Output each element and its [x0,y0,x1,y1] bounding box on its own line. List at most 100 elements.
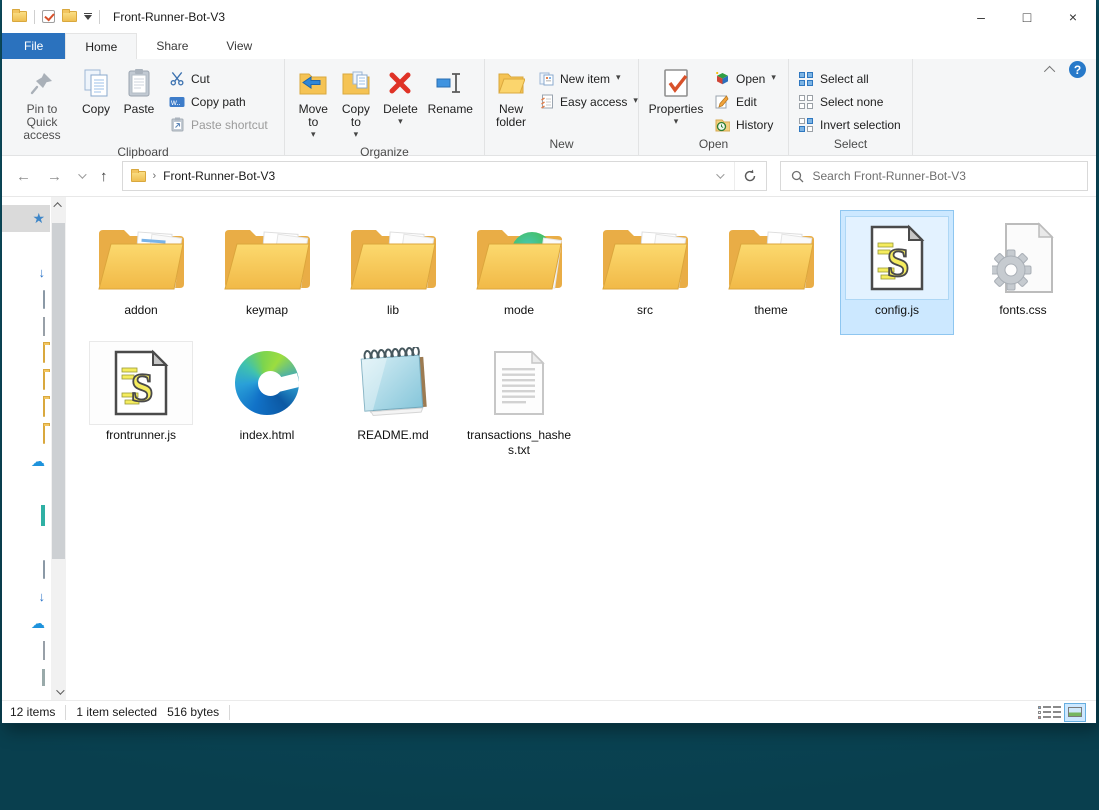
folder-js-icon: S [593,216,697,300]
cut-button[interactable]: Cut [169,67,268,90]
dropdown-caret-icon: ▾ [771,72,776,82]
details-view-icon [1037,705,1061,719]
address-bar[interactable]: › Front-Runner-Bot-V3 [121,161,767,191]
file-name: transactions_hashes.txt [466,428,572,457]
new-folder-button[interactable]: New folder [492,64,530,131]
scroll-up-arrow[interactable] [51,197,66,213]
file-tile[interactable]: S mode [462,210,576,335]
search-input[interactable]: Search Front-Runner-Bot-V3 [779,161,1088,191]
file-tile[interactable]: index.html [210,335,324,460]
open-button[interactable]: Open ▾ [714,67,776,90]
sidebar-item-down-arrow[interactable]: ↓ [2,583,50,610]
delete-button[interactable]: Delete ▾ [377,64,423,131]
copy-button[interactable]: Copy [75,64,117,118]
folder-icon[interactable] [62,9,77,22]
move-to-button[interactable]: Move to ▾ [292,64,335,144]
file-tile[interactable]: fonts.css [966,210,1080,335]
sidebar-item-film[interactable] [2,664,50,691]
minimize-button[interactable]: – [958,0,1004,33]
history-button[interactable]: History [714,113,776,136]
breadcrumb-path[interactable]: Front-Runner-Bot-V3 [163,169,275,183]
caption-buttons: – □ × [958,0,1096,33]
sidebar-item-folder[interactable] [2,340,50,367]
copy-to-button[interactable]: Copy to ▾ [335,64,378,144]
customize-caret-icon[interactable] [84,13,92,21]
group-caption: Clipboard [117,145,169,159]
notepad-icon [341,341,445,425]
file-tile[interactable]: theme [714,210,828,335]
sidebar-item-quick-access-star[interactable]: ★ [2,205,50,232]
close-button[interactable]: × [1050,0,1096,33]
copy-path-button[interactable]: w.. Copy path [169,90,268,113]
tab-view[interactable]: View [207,33,271,59]
collapse-ribbon-icon[interactable] [1043,65,1056,77]
select-none-button[interactable]: Select none [798,90,901,113]
text-file-icon [467,341,571,425]
sidebar-item-box-3d[interactable] [2,502,50,529]
file-tile[interactable]: S keymap [210,210,324,335]
edit-button[interactable]: Edit [714,90,776,113]
recent-locations-chevron[interactable] [78,170,87,179]
divider [65,704,67,720]
select-all-button[interactable]: Select all [798,67,901,90]
thumbnail-view-button[interactable] [1064,702,1086,722]
selection-summary: 1 item selected [76,705,158,719]
rename-button[interactable]: Rename [424,64,477,118]
dropdown-caret-icon: ▾ [673,116,679,126]
file-tile[interactable]: Sconfig.js [840,210,954,335]
tab-home[interactable]: Home [65,33,138,59]
file-name: addon [124,303,158,317]
sidebar-item-picture[interactable] [2,313,50,340]
sidebar-item-onedrive-cloud[interactable]: ☁ [2,448,50,475]
ribbon: ? Pin to Quick access Copy Paste Cut w..… [2,59,1096,159]
details-view-button[interactable] [1037,703,1061,722]
scrollbar-thumb[interactable] [52,223,65,559]
refresh-button[interactable] [733,162,766,190]
tab-share[interactable]: Share [137,33,207,59]
sidebar-item-monitor[interactable] [2,475,50,502]
file-tile[interactable]: transactions_hashes.txt [462,335,576,460]
up-arrow[interactable]: ↑ [100,168,108,185]
forward-arrow[interactable]: → [47,168,62,185]
sidebar-item-monitor[interactable] [2,529,50,556]
help-icon[interactable]: ? [1069,61,1086,78]
properties-checkbox-icon[interactable] [42,10,55,23]
window-folder-icon [12,9,27,22]
sidebar-item-document[interactable] [2,556,50,583]
file-tile[interactable]: S src [588,210,702,335]
sidebar-item-document[interactable] [2,286,50,313]
history-clock-icon [714,118,730,132]
sidebar-item-down-arrow[interactable]: ↓ [2,259,50,286]
easy-access-button[interactable]: Easy access ▾ [538,90,638,113]
sidebar-item-folder[interactable] [2,394,50,421]
back-arrow[interactable]: ← [16,168,31,185]
address-dropdown-button[interactable] [704,162,734,190]
select-all-icon [798,71,814,86]
breadcrumb[interactable]: › Front-Runner-Bot-V3 [123,168,704,183]
invert-selection-button[interactable]: Invert selection [798,113,901,136]
sidebar-item-folder[interactable] [2,421,50,448]
file-tile[interactable]: lib [336,210,450,335]
ribbon-help-area: ? [1043,61,1086,78]
sidebar-item-onedrive-cloud[interactable]: ☁ [2,610,50,637]
maximize-button[interactable]: □ [1004,0,1050,33]
file-name: index.html [239,428,295,442]
navigation-scrollbar[interactable] [51,197,66,700]
sidebar-item-monitor[interactable] [2,232,50,259]
paste-button[interactable]: Paste [117,64,161,118]
file-tile[interactable]: README.md [336,335,450,460]
sidebar-item-folder[interactable] [2,367,50,394]
search-placeholder: Search Front-Runner-Bot-V3 [812,169,966,183]
new-item-button[interactable]: New item ▾ [538,67,638,90]
paste-shortcut-button[interactable]: Paste shortcut [169,113,268,136]
properties-button[interactable]: Properties ▾ [646,64,706,131]
scroll-down-arrow[interactable] [51,684,66,700]
group-caption: Organize [360,145,409,159]
file-tile[interactable]: Sfrontrunner.js [84,335,198,460]
navigation-arrows: ← → ↑ [2,168,122,185]
file-tile[interactable]: addon [84,210,198,335]
folder-js-icon: S [215,216,319,300]
sidebar-item-picture[interactable] [2,637,50,664]
tab-file[interactable]: File [2,33,66,59]
pin-to-quick-access-button[interactable]: Pin to Quick access [9,64,75,144]
